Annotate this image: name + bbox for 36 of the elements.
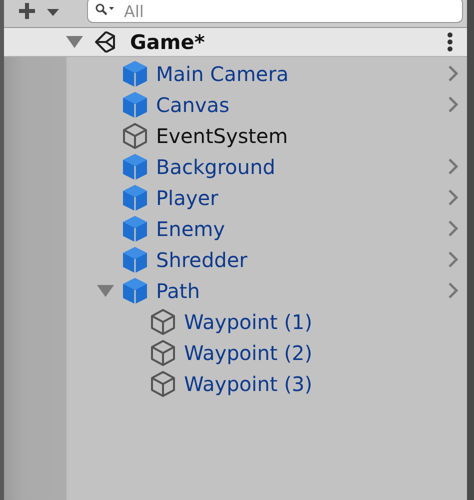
cube-outline-icon <box>149 308 177 336</box>
chevron-icon[interactable] <box>448 282 458 299</box>
cube-icon <box>121 60 149 88</box>
add-button[interactable] <box>17 1 61 21</box>
cube-icon <box>121 184 149 212</box>
chevron-icon[interactable] <box>448 96 458 113</box>
chevron-icon[interactable] <box>448 158 458 175</box>
cube-outline-icon <box>149 370 177 398</box>
cube-icon <box>121 276 149 304</box>
object-name[interactable]: Path <box>156 278 448 302</box>
object-name[interactable]: Player <box>156 186 448 210</box>
collapse-arrow-icon[interactable] <box>97 284 114 298</box>
object-name[interactable]: EventSystem <box>156 124 458 148</box>
search-field[interactable]: All <box>87 0 463 23</box>
chevron-icon[interactable] <box>448 65 458 82</box>
more-options-icon[interactable] <box>447 32 453 52</box>
object-name[interactable]: Shredder <box>156 248 448 272</box>
object-name[interactable]: Main Camera <box>156 62 448 86</box>
object-name[interactable]: Waypoint (3) <box>184 372 458 396</box>
cube-outline-icon <box>121 122 149 150</box>
chevron-icon[interactable] <box>448 251 458 268</box>
cube-icon <box>121 152 149 180</box>
cube-icon <box>121 90 149 118</box>
cube-icon <box>121 246 149 274</box>
object-name[interactable]: Waypoint (2) <box>184 340 458 364</box>
cube-icon <box>121 214 149 242</box>
chevron-icon[interactable] <box>448 220 458 237</box>
chevron-icon[interactable] <box>448 189 458 206</box>
object-name[interactable]: Canvas <box>156 92 448 116</box>
unity-logo-icon <box>93 30 117 54</box>
collapse-arrow-icon[interactable] <box>66 35 83 49</box>
object-name[interactable]: Enemy <box>156 216 448 240</box>
object-name[interactable]: Background <box>156 154 448 178</box>
search-icon <box>95 3 115 17</box>
cube-outline-icon <box>149 338 177 366</box>
object-name[interactable]: Waypoint (1) <box>184 310 458 334</box>
